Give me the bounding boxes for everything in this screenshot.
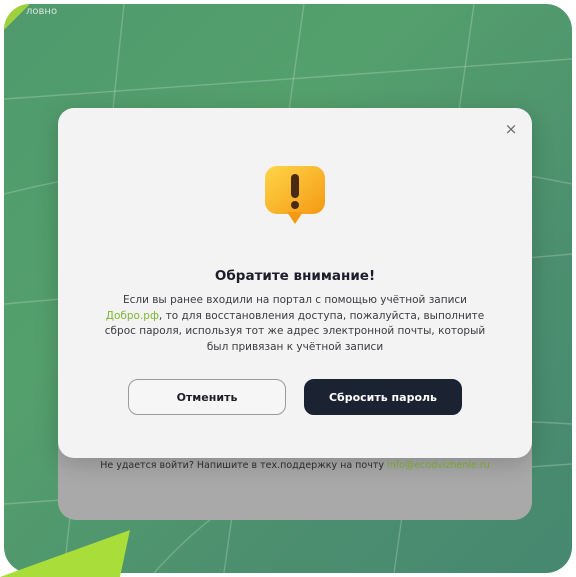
lime-accent-shape <box>0 530 130 577</box>
notice-modal: × Обратите внимание! Если вы ранее входи… <box>58 108 532 458</box>
close-icon[interactable]: × <box>504 122 518 137</box>
modal-title: Обратите внимание! <box>214 268 376 284</box>
message-text: Если вы ранее входили на портал с помощь… <box>122 294 468 306</box>
cancel-button[interactable]: Отменить <box>128 379 286 415</box>
dobro-link[interactable]: Добро.рф <box>106 310 159 322</box>
modal-message: Если вы ранее входили на портал с помощь… <box>103 293 487 355</box>
reset-password-button[interactable]: Сбросить пароль <box>304 379 462 415</box>
message-text: , то для восстановления доступа, пожалуй… <box>104 309 486 353</box>
support-line: Не удается войти? Напишите в тех.поддерж… <box>58 460 532 471</box>
warning-icon <box>265 166 325 224</box>
background-top-text: ловно <box>26 6 58 17</box>
support-email-link[interactable]: info@ecodvizhenie.ru <box>387 460 490 471</box>
support-text: Не удается войти? Напишите в тех.поддерж… <box>100 460 387 471</box>
